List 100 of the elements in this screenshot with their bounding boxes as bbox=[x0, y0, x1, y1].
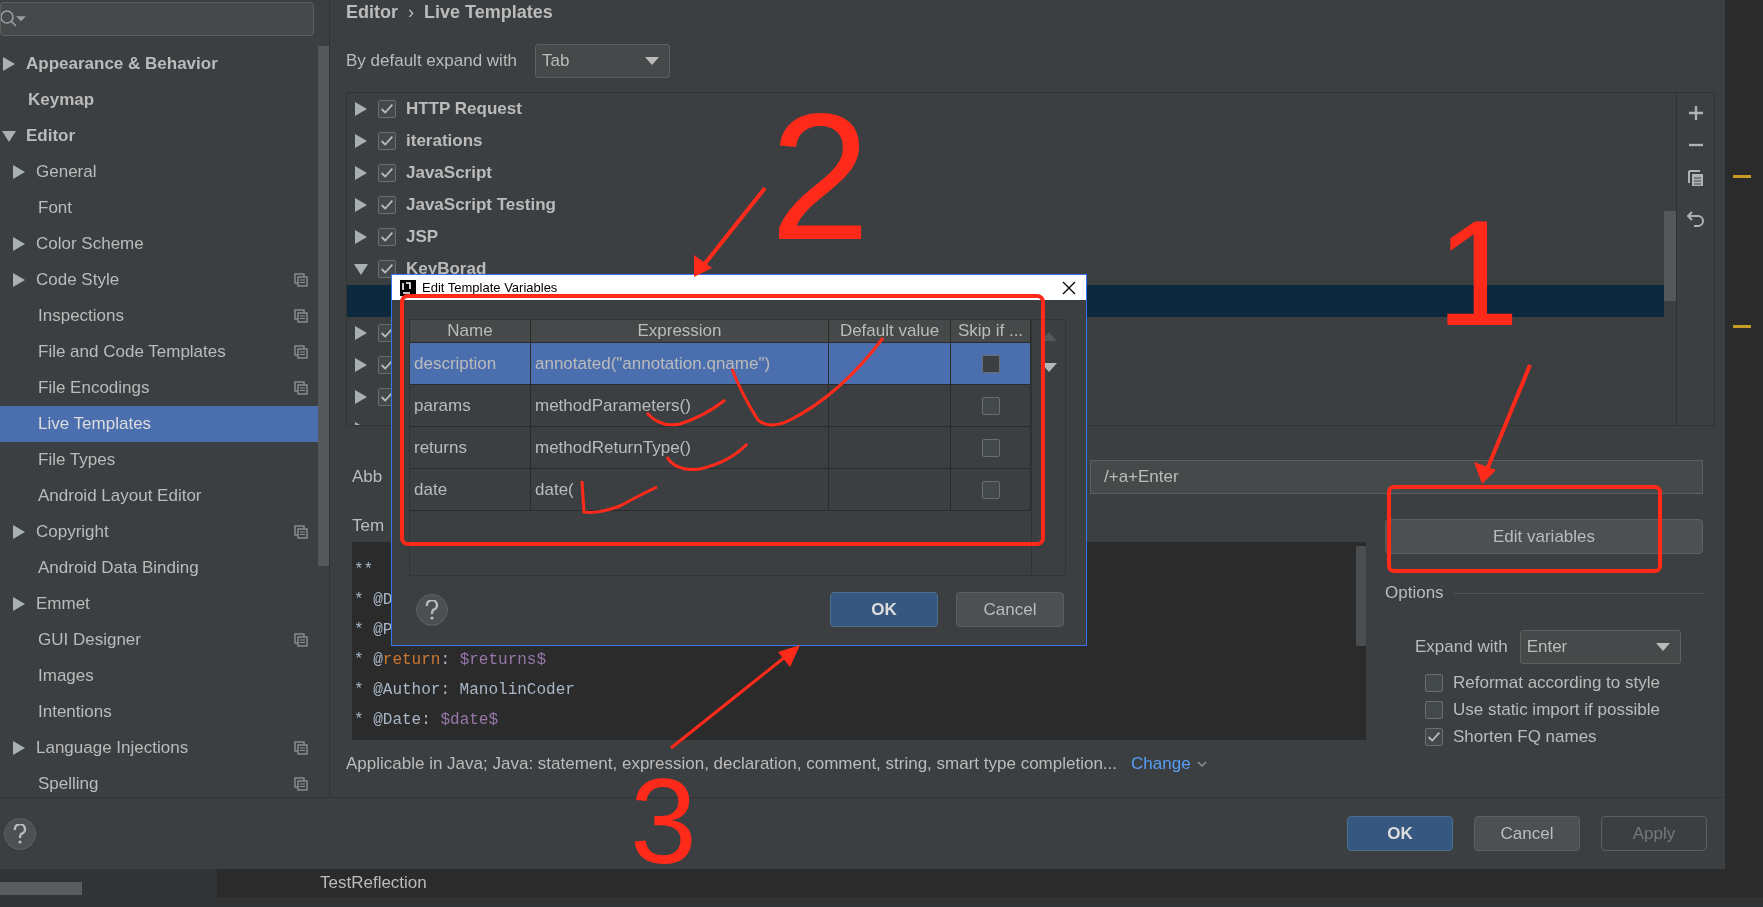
sidebar-item[interactable]: Spelling bbox=[0, 766, 318, 797]
table-cell[interactable] bbox=[829, 343, 951, 385]
editor-tab[interactable]: TestReflection bbox=[217, 869, 1763, 897]
right-triangle-icon[interactable] bbox=[12, 525, 26, 539]
cancel-button[interactable]: Cancel bbox=[956, 592, 1064, 627]
remove-icon[interactable] bbox=[1687, 143, 1704, 147]
scrollbar[interactable] bbox=[0, 882, 82, 895]
right-triangle-icon[interactable] bbox=[2, 57, 16, 71]
checkbox[interactable] bbox=[981, 480, 1000, 499]
sidebar-item[interactable]: Appearance & Behavior bbox=[0, 46, 318, 82]
checkbox-label[interactable]: Reformat according to style bbox=[1453, 672, 1660, 693]
breadcrumb-item: Live Templates bbox=[424, 1, 553, 23]
checkbox[interactable] bbox=[378, 100, 396, 118]
ok-button[interactable]: OK bbox=[830, 592, 938, 627]
right-triangle-icon[interactable] bbox=[12, 597, 26, 611]
scrollbar[interactable] bbox=[318, 46, 329, 566]
sidebar-item[interactable]: Images bbox=[0, 658, 318, 694]
right-triangle-icon[interactable] bbox=[12, 237, 26, 251]
scrollbar[interactable] bbox=[1356, 546, 1366, 646]
question-mark-icon[interactable] bbox=[13, 823, 27, 844]
column-header[interactable]: Default value bbox=[829, 320, 951, 343]
search-field[interactable] bbox=[0, 2, 314, 36]
column-header[interactable]: Name bbox=[410, 320, 531, 343]
checkbox-label[interactable]: Shorten FQ names bbox=[1453, 726, 1597, 747]
table-cell[interactable]: date bbox=[410, 469, 531, 511]
checkbox[interactable] bbox=[1425, 673, 1443, 692]
checkbox-label[interactable]: Use static import if possible bbox=[1453, 699, 1660, 720]
sidebar-item[interactable]: File and Code Templates bbox=[0, 334, 318, 370]
right-triangle-icon[interactable] bbox=[12, 273, 26, 287]
right-triangle-icon[interactable] bbox=[354, 102, 368, 116]
sidebar-item[interactable]: Inspections bbox=[0, 298, 318, 334]
sidebar-item[interactable]: Android Data Binding bbox=[0, 550, 318, 586]
table-cell[interactable]: date( bbox=[531, 469, 829, 511]
field-label: By default expand with bbox=[346, 51, 518, 71]
checkbox[interactable] bbox=[378, 132, 396, 150]
undo-icon[interactable] bbox=[1686, 209, 1705, 227]
checkbox[interactable] bbox=[1425, 700, 1443, 719]
help-button[interactable] bbox=[4, 817, 36, 850]
sidebar-item[interactable]: Language Injections bbox=[0, 730, 318, 766]
column-header[interactable]: Expression bbox=[531, 320, 829, 343]
cancel-button[interactable]: Cancel bbox=[1474, 816, 1580, 851]
checkbox[interactable] bbox=[1425, 727, 1443, 746]
sidebar-item[interactable]: Color Scheme bbox=[0, 226, 318, 262]
right-triangle-icon[interactable] bbox=[354, 230, 368, 244]
close-icon[interactable] bbox=[1062, 280, 1076, 295]
table-cell[interactable] bbox=[829, 385, 951, 427]
breadcrumb-item: Editor bbox=[346, 1, 398, 23]
table-cell[interactable]: methodParameters() bbox=[531, 385, 829, 427]
checkbox[interactable] bbox=[981, 354, 1000, 373]
sidebar-item[interactable]: Intentions bbox=[0, 694, 318, 730]
checkbox[interactable] bbox=[378, 196, 396, 214]
add-icon[interactable] bbox=[1687, 105, 1704, 121]
sidebar-item[interactable]: Live Templates bbox=[0, 406, 318, 442]
change-link[interactable]: Change bbox=[1131, 754, 1207, 774]
sidebar-item[interactable]: Font bbox=[0, 190, 318, 226]
question-mark-icon[interactable] bbox=[425, 599, 439, 620]
breadcrumb-separator: › bbox=[408, 1, 414, 23]
caret-icon[interactable] bbox=[1655, 643, 1670, 651]
checkbox[interactable] bbox=[981, 438, 1000, 457]
expand-dropdown[interactable]: Tab bbox=[535, 44, 671, 78]
right-triangle-icon[interactable] bbox=[354, 358, 368, 372]
sidebar-item[interactable]: Copyright bbox=[0, 514, 318, 550]
right-triangle-icon[interactable] bbox=[354, 166, 368, 180]
copy-icon[interactable] bbox=[1686, 169, 1705, 187]
right-triangle-icon[interactable] bbox=[354, 326, 368, 340]
help-button[interactable] bbox=[416, 593, 448, 626]
sidebar-item[interactable]: Emmet bbox=[0, 586, 318, 622]
checkbox[interactable] bbox=[378, 164, 396, 182]
annotation-number: 3 bbox=[630, 778, 697, 865]
right-triangle-icon[interactable] bbox=[354, 134, 368, 148]
sidebar-item[interactable]: Android Layout Editor bbox=[0, 478, 318, 514]
abbreviation-field[interactable]: /+a+Enter bbox=[1090, 460, 1703, 494]
chevron-icon[interactable] bbox=[1196, 760, 1207, 768]
app-icon bbox=[400, 279, 416, 296]
sidebar-item[interactable]: GUI Designer bbox=[0, 622, 318, 658]
sidebar-item[interactable]: General bbox=[0, 154, 318, 190]
right-triangle-icon[interactable] bbox=[354, 198, 368, 212]
down-triangle-icon[interactable] bbox=[2, 129, 16, 143]
expand-dropdown[interactable]: Enter bbox=[1519, 630, 1681, 664]
sidebar-item[interactable]: Keymap bbox=[0, 82, 318, 118]
ok-button[interactable]: OK bbox=[1347, 816, 1453, 851]
right-triangle-icon[interactable] bbox=[354, 390, 368, 404]
table-cell[interactable]: returns bbox=[410, 427, 531, 469]
edit-variables-button[interactable]: Edit variables bbox=[1385, 519, 1703, 554]
table-cell[interactable]: methodReturnType() bbox=[531, 427, 829, 469]
sidebar-item[interactable]: File Types bbox=[0, 442, 318, 478]
sidebar-item[interactable]: Editor bbox=[0, 118, 318, 154]
checkbox[interactable] bbox=[378, 260, 396, 278]
down-triangle-icon[interactable] bbox=[354, 262, 368, 276]
table-cell[interactable]: params bbox=[410, 385, 531, 427]
sidebar-item[interactable]: Code Style bbox=[0, 262, 318, 298]
right-triangle-icon[interactable] bbox=[12, 741, 26, 755]
sidebar-item[interactable]: File Encodings bbox=[0, 370, 318, 406]
right-triangle-icon[interactable] bbox=[12, 165, 26, 179]
field-label: Abb bbox=[352, 467, 383, 486]
checkbox[interactable] bbox=[981, 396, 1000, 415]
checkbox[interactable] bbox=[378, 228, 396, 246]
scrollbar[interactable] bbox=[1664, 211, 1676, 301]
caret-icon[interactable] bbox=[645, 57, 660, 65]
column-header[interactable]: Skip if ... bbox=[951, 320, 1031, 343]
